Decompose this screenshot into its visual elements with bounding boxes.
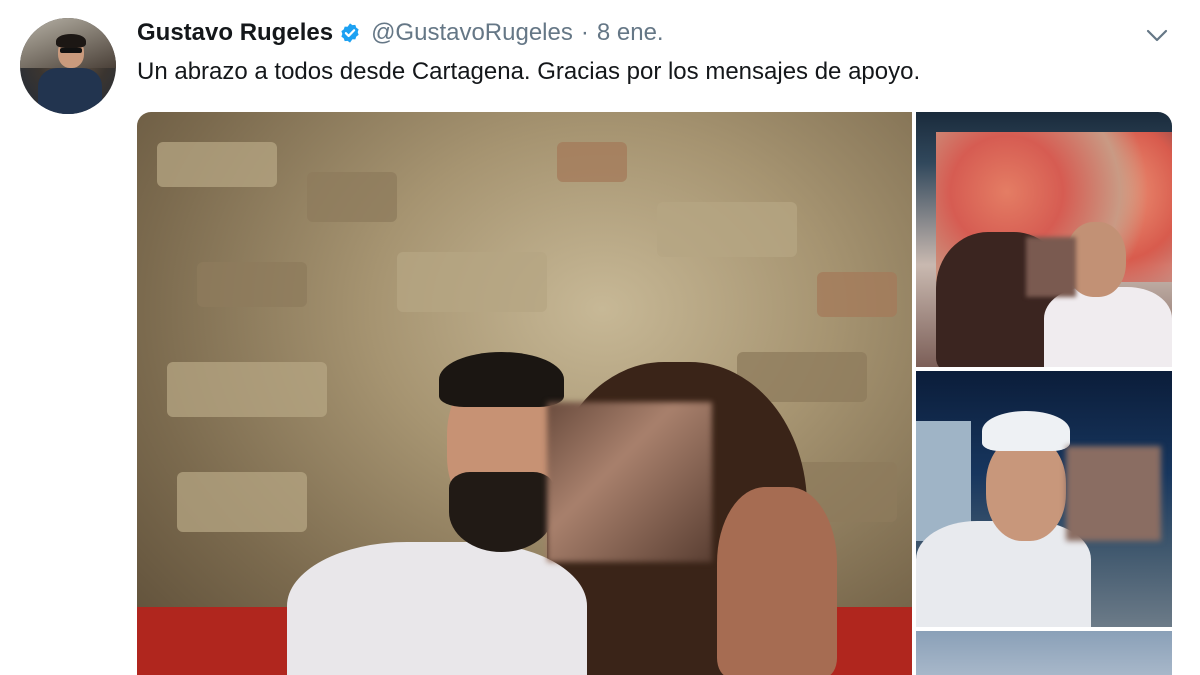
- wall-stone: [657, 202, 797, 257]
- tweet-date[interactable]: 8 ene.: [597, 19, 664, 47]
- media-photo-middle-right[interactable]: [916, 371, 1172, 627]
- man-cap: [982, 411, 1070, 451]
- chevron-down-icon[interactable]: [1144, 22, 1170, 48]
- man-shirt: [1044, 287, 1172, 367]
- avatar-figure-glasses: [60, 48, 82, 53]
- author-name[interactable]: Gustavo Rugeles: [137, 19, 333, 47]
- tweet-media-grid: [137, 112, 1172, 675]
- wall-stone: [167, 362, 327, 417]
- man-shirt: [916, 521, 1091, 627]
- wall-stone: [197, 262, 307, 307]
- tweet-text: Un abrazo a todos desde Cartagena. Graci…: [137, 58, 921, 85]
- media-photo-bottom-right[interactable]: [916, 631, 1172, 675]
- tweet: Gustavo Rugeles @GustavoRugeles · 8 ene.…: [0, 0, 1200, 675]
- wall-stone: [817, 272, 897, 317]
- author-avatar[interactable]: [20, 18, 116, 114]
- man-beard: [449, 472, 554, 552]
- avatar-figure-hair: [56, 34, 86, 48]
- media-photo-main[interactable]: [137, 112, 912, 675]
- header-separator: ·: [580, 19, 589, 46]
- wall-stone: [177, 472, 307, 532]
- man-hair: [439, 352, 564, 407]
- woman-arm: [717, 487, 837, 675]
- blurred-face: [547, 402, 712, 562]
- wall-stone: [307, 172, 397, 222]
- wall-stone: [397, 252, 547, 312]
- tweet-header: Gustavo Rugeles @GustavoRugeles · 8 ene.: [137, 16, 664, 50]
- wall-stone: [557, 142, 627, 182]
- avatar-figure-body: [38, 68, 102, 114]
- media-photo-top-right[interactable]: [916, 112, 1172, 367]
- man-face: [986, 436, 1066, 541]
- author-handle[interactable]: @GustavoRugeles: [371, 19, 573, 47]
- wall-stone: [157, 142, 277, 187]
- verified-badge-icon: [339, 22, 361, 44]
- man-shirt: [287, 542, 587, 675]
- blurred-face: [1066, 446, 1161, 541]
- blurred-face: [1026, 237, 1076, 297]
